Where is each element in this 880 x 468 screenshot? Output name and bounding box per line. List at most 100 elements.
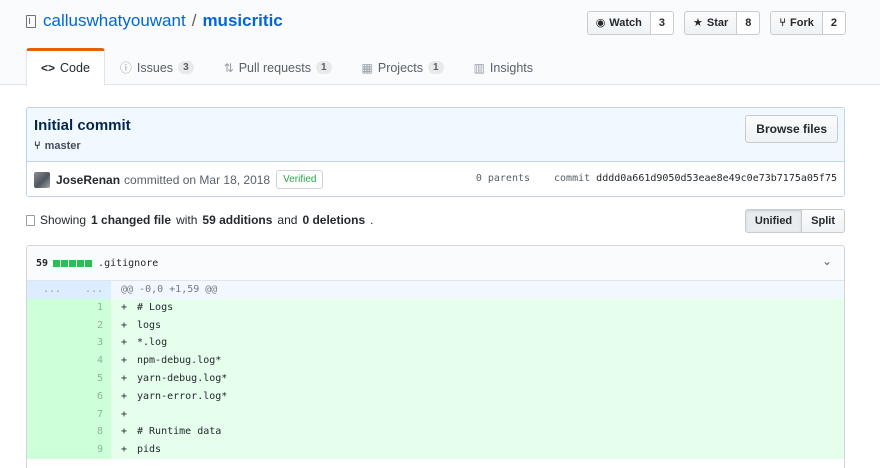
hunk-header: @@ -0,0 +1,59 @@ <box>111 281 844 299</box>
commit-meta: JoseRenan committed on Mar 18, 2018 Veri… <box>27 162 844 196</box>
tab-pull-requests[interactable]: ⇅ Pull requests 1 <box>209 48 347 85</box>
star-icon: ★ <box>693 16 703 29</box>
old-line-num[interactable] <box>27 423 69 442</box>
addition-marker: + <box>121 444 128 456</box>
additions-count: 59 additions <box>202 213 273 227</box>
repo-nav: <> Code ⓘ Issues 3 ⇅ Pull requests 1 ▦ P… <box>26 48 548 86</box>
expand-right-num[interactable]: ... <box>69 281 111 299</box>
line-content: *.log <box>137 337 168 349</box>
old-line-num[interactable] <box>27 334 69 353</box>
line-content: yarn-error.log* <box>137 390 228 402</box>
old-line-num[interactable] <box>27 369 69 388</box>
tab-code[interactable]: <> Code <box>26 48 105 86</box>
file-name-link[interactable]: .gitignore <box>98 258 158 269</box>
split-view-button[interactable]: Split <box>802 209 845 233</box>
line-content: npm-debug.log* <box>137 355 222 367</box>
changed-files-toggle[interactable]: 1 changed file <box>91 213 171 227</box>
hunk-header-row: ... ... @@ -0,0 +1,59 @@ <box>27 281 844 299</box>
branch-link[interactable]: master <box>45 140 81 152</box>
diff-line-row: 9 + pids <box>27 441 844 459</box>
forks-count[interactable]: 2 <box>822 11 846 35</box>
new-line-num[interactable]: 5 <box>69 369 111 388</box>
git-pull-request-icon: ⇅ <box>223 60 234 75</box>
line-code: + npm-debug.log* <box>111 352 844 370</box>
repo-title: calluswhatyouwant / musicritic <box>26 11 283 31</box>
tab-issues[interactable]: ⓘ Issues 3 <box>105 48 209 85</box>
star-button[interactable]: ★ Star <box>684 11 738 35</box>
diff-lines: 1 + # Logs 2 + logs 3 + *.log 4 + npm-debug.log* 5 + y… <box>27 298 844 459</box>
fork-button[interactable]: ⑂ Fork <box>770 11 823 35</box>
chevron-down-icon[interactable]: ⌄ <box>822 255 832 267</box>
new-line-num[interactable]: 9 <box>69 441 111 459</box>
code-icon: <> <box>41 61 56 75</box>
diff-line-row: 4 + npm-debug.log* <box>27 352 844 370</box>
sha-value: dddd0a661d9050d53eae8e49c0e73b7175a05f75 <box>596 173 837 184</box>
author-link[interactable]: JoseRenan <box>56 173 120 187</box>
summary-prefix: Showing <box>40 213 87 227</box>
new-line-num[interactable]: 4 <box>69 352 111 370</box>
tab-label: Pull requests <box>238 60 311 75</box>
diffstat-block <box>53 259 61 267</box>
project-icon: ▦ <box>361 60 373 75</box>
new-line-num[interactable]: 2 <box>69 316 111 335</box>
browse-files-button[interactable]: Browse files <box>745 115 838 143</box>
summary-and: and <box>277 213 298 227</box>
repo-header: calluswhatyouwant / musicritic ◉ Watch 3… <box>0 0 880 86</box>
line-content: yarn-debug.log* <box>137 372 228 384</box>
fork-label: Fork <box>790 17 814 29</box>
file-diff-icon <box>26 214 35 226</box>
tab-label: Projects <box>377 60 424 75</box>
commit-title: Initial commit <box>34 117 131 134</box>
line-code: + # Runtime data <box>111 423 844 442</box>
repo-actions: ◉ Watch 3 ★ Star 8 ⑂ Fork 2 <box>586 11 846 35</box>
star-group: ★ Star 8 <box>684 11 761 35</box>
old-line-num[interactable] <box>27 405 69 424</box>
file-additions-count: 59 <box>36 257 49 269</box>
parents-count: 0 parents <box>475 173 531 184</box>
watchers-count[interactable]: 3 <box>650 11 675 35</box>
commit-label: commit <box>554 173 591 184</box>
repo-name-link[interactable]: musicritic <box>202 11 282 31</box>
line-content: # Runtime data <box>137 426 222 438</box>
new-line-num[interactable]: 1 <box>69 298 111 317</box>
old-line-num[interactable] <box>27 316 69 335</box>
watch-label: Watch <box>609 17 642 29</box>
tab-projects[interactable]: ▦ Projects 1 <box>347 48 459 85</box>
diffstat-block <box>85 259 93 267</box>
eye-icon: ◉ <box>595 16 606 29</box>
line-content: pids <box>137 444 162 456</box>
old-line-num[interactable] <box>27 352 69 370</box>
new-line-num[interactable]: 8 <box>69 423 111 442</box>
tab-insights[interactable]: ▥ Insights <box>459 48 548 85</box>
new-line-num[interactable]: 3 <box>69 334 111 353</box>
repo-owner-link[interactable]: calluswhatyouwant <box>43 11 186 31</box>
verified-badge[interactable]: Verified <box>276 170 324 189</box>
addition-marker: + <box>121 355 128 367</box>
commit-date: committed on Mar 18, 2018 <box>124 172 271 187</box>
stargazers-count[interactable]: 8 <box>737 11 761 35</box>
unified-view-button[interactable]: Unified <box>744 209 803 233</box>
diffstat-blocks <box>53 259 93 267</box>
commit-box: Initial commit ⑂ master Browse files Jos… <box>26 107 845 197</box>
tab-label: Code <box>60 61 90 75</box>
repo-icon <box>26 14 36 28</box>
avatar[interactable] <box>34 171 50 188</box>
diff-line-row: 6 + yarn-error.log* <box>27 387 844 406</box>
line-code: + yarn-error.log* <box>111 387 844 406</box>
expand-left-num[interactable]: ... <box>27 281 69 299</box>
watch-button[interactable]: ◉ Watch <box>586 11 651 35</box>
old-line-num[interactable] <box>27 441 69 459</box>
line-code: + *.log <box>111 334 844 353</box>
old-line-num[interactable] <box>27 387 69 406</box>
new-line-num[interactable]: 6 <box>69 387 111 406</box>
git-branch-icon: ⑂ <box>34 139 41 152</box>
addition-marker: + <box>121 408 128 420</box>
commit-sha-block: 0 parents commit dddd0a661d9050d53eae8e4… <box>476 173 837 184</box>
new-line-num[interactable]: 7 <box>69 405 111 424</box>
tab-label: Insights <box>489 60 534 75</box>
old-line-num[interactable] <box>27 298 69 317</box>
diff-view-toggle: Unified Split <box>744 209 845 233</box>
fork-group: ⑂ Fork 2 <box>770 11 846 35</box>
diffstat-block <box>61 259 69 267</box>
line-code: + # Logs <box>111 298 844 317</box>
